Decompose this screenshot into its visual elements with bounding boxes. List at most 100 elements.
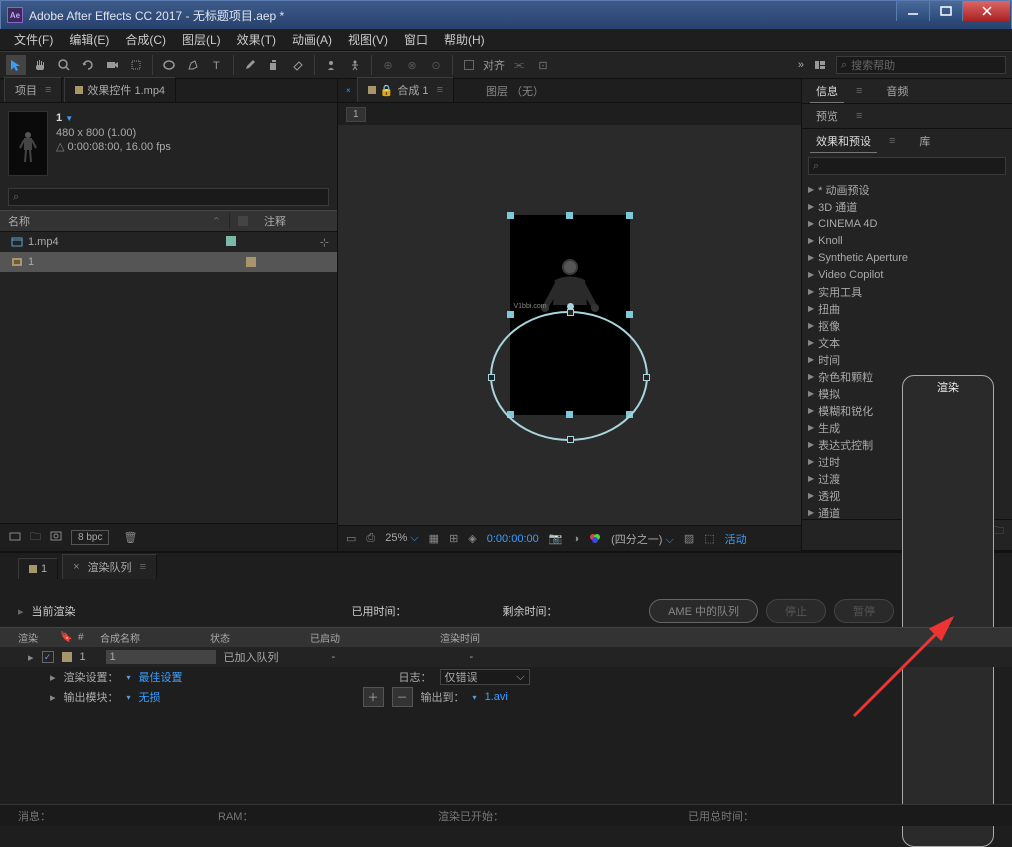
3d-view-icon[interactable]: ⬚: [704, 532, 714, 545]
rectangle-tool[interactable]: [159, 55, 179, 75]
project-search[interactable]: ⌕: [8, 188, 329, 206]
world-axis-icon[interactable]: ⊗: [402, 55, 422, 75]
snap-checkbox[interactable]: [459, 55, 479, 75]
layer-panel-label[interactable]: 图层 （无）: [486, 83, 544, 99]
effect-category[interactable]: ▶CINEMA 4D: [802, 215, 1012, 232]
menu-layer[interactable]: 图层(L): [176, 29, 227, 50]
menu-effect[interactable]: 效果(T): [231, 29, 282, 50]
menu-help[interactable]: 帮助(H): [438, 29, 491, 50]
text-tool[interactable]: T: [207, 55, 227, 75]
composition-viewer[interactable]: V1bbi.com: [338, 125, 801, 525]
menu-window[interactable]: 窗口: [398, 29, 434, 50]
render-settings-link[interactable]: 最佳设置: [139, 669, 183, 685]
tab-preview[interactable]: 预览: [810, 105, 844, 127]
effect-category[interactable]: ▶时间: [802, 351, 1012, 368]
transparency-icon[interactable]: ▨: [684, 532, 694, 545]
tab-library[interactable]: 库: [913, 130, 936, 152]
brush-tool[interactable]: [240, 55, 260, 75]
output-module-link[interactable]: 无损: [139, 689, 161, 705]
effect-category[interactable]: ▶文本: [802, 334, 1012, 351]
new-bin-icon[interactable]: 🗀: [993, 522, 1004, 541]
nav-arrow-icon[interactable]: ×: [346, 86, 351, 95]
camera-tool[interactable]: [102, 55, 122, 75]
resolution-dropdown[interactable]: (四分之一) ⌵: [611, 531, 674, 547]
tab-composition[interactable]: 🔒 合成 1 ≡: [357, 77, 454, 102]
orbit-tool[interactable]: [78, 55, 98, 75]
effect-category[interactable]: ▶3D 通道: [802, 198, 1012, 215]
effect-category[interactable]: ▶抠像: [802, 317, 1012, 334]
active-camera-dropdown[interactable]: 活动: [725, 531, 747, 547]
flowchart-icon[interactable]: ▼: [65, 114, 73, 123]
show-snapshot-icon[interactable]: ◑: [572, 533, 579, 545]
snap-options-icon[interactable]: ⫘: [509, 55, 529, 75]
col-comment[interactable]: 注释: [264, 213, 286, 229]
local-axis-icon[interactable]: ⊕: [378, 55, 398, 75]
tab-effect-controls[interactable]: 效果控件 1.mp4: [64, 77, 176, 102]
menu-composition[interactable]: 合成(C): [119, 29, 172, 50]
new-comp-icon[interactable]: [49, 529, 63, 546]
close-button[interactable]: [962, 1, 1010, 21]
lock-icon[interactable]: 🔒: [380, 84, 394, 97]
render-queue-item[interactable]: ▸ ✓ 1 1 已加入队列 - -: [0, 647, 1012, 667]
ame-queue-button[interactable]: AME 中的队列: [649, 599, 758, 623]
channel-icon[interactable]: [589, 531, 601, 546]
new-folder-icon[interactable]: 🗀: [30, 528, 41, 547]
project-item-footage[interactable]: 1.mp4 ⊹: [0, 232, 337, 252]
clone-tool[interactable]: [264, 55, 284, 75]
view-axis-icon[interactable]: ⊙: [426, 55, 446, 75]
snapshot-icon[interactable]: 📷: [549, 532, 563, 545]
roto-tool[interactable]: [321, 55, 341, 75]
col-name[interactable]: 名称: [8, 213, 30, 229]
output-file-link[interactable]: 1.avi: [485, 691, 508, 703]
workspace-icon[interactable]: [810, 55, 830, 75]
roi-icon[interactable]: ◈: [468, 532, 476, 545]
tab-effects-presets[interactable]: 效果和预设: [810, 130, 877, 153]
layer-marker[interactable]: 1: [346, 107, 366, 122]
zoom-dropdown[interactable]: 25% ⌵: [385, 532, 418, 545]
resolution-full-icon[interactable]: ▦: [429, 532, 439, 545]
stop-button[interactable]: 停止: [766, 599, 826, 623]
effect-category[interactable]: ▶Video Copilot: [802, 266, 1012, 283]
eraser-tool[interactable]: [288, 55, 308, 75]
shape-ellipse[interactable]: [490, 311, 648, 441]
project-item-comp[interactable]: 1: [0, 252, 337, 272]
panel-menu-icon[interactable]: ≡: [45, 84, 51, 96]
overflow-icon[interactable]: »: [798, 59, 804, 71]
magnification-icon[interactable]: ▭: [346, 532, 356, 545]
pan-behind-tool[interactable]: [126, 55, 146, 75]
maximize-button[interactable]: [929, 1, 962, 21]
hand-tool[interactable]: [30, 55, 50, 75]
effect-category[interactable]: ▶Synthetic Aperture: [802, 249, 1012, 266]
menu-animation[interactable]: 动画(A): [286, 29, 338, 50]
render-checkbox[interactable]: ✓: [42, 651, 54, 663]
flowchart-mini-icon[interactable]: ⊹: [320, 236, 329, 249]
timecode-display[interactable]: 0:00:00:00: [487, 533, 539, 545]
tab-project[interactable]: 项目≡: [4, 77, 62, 102]
video-layer[interactable]: V1bbi.com: [510, 215, 630, 415]
zoom-tool[interactable]: [54, 55, 74, 75]
effect-category[interactable]: ▶* 动画预设: [802, 181, 1012, 198]
log-dropdown[interactable]: 仅错误⌵: [440, 669, 530, 685]
effects-search[interactable]: ⌕: [808, 157, 1006, 175]
effect-category[interactable]: ▶实用工具: [802, 283, 1012, 300]
puppet-tool[interactable]: [345, 55, 365, 75]
tab-info[interactable]: 信息: [810, 80, 844, 103]
menu-edit[interactable]: 编辑(E): [63, 29, 115, 50]
snap-extend-icon[interactable]: ⊡: [533, 55, 553, 75]
minimize-button[interactable]: [896, 1, 929, 21]
tab-timeline-comp[interactable]: 1: [18, 558, 58, 579]
tab-render-queue[interactable]: ×渲染队列≡: [62, 554, 157, 579]
resolution-half-icon[interactable]: ⊞: [449, 532, 458, 545]
menu-view[interactable]: 视图(V): [342, 29, 394, 50]
interpret-footage-icon[interactable]: [8, 529, 22, 546]
menu-file[interactable]: 文件(F): [8, 29, 59, 50]
help-search[interactable]: ⌕ 搜索帮助: [836, 56, 1006, 74]
bpc-button[interactable]: 8 bpc: [71, 530, 109, 545]
add-output-icon[interactable]: ＋: [363, 687, 384, 707]
delete-icon[interactable]: 🗑: [123, 531, 137, 544]
effect-category[interactable]: ▶Knoll: [802, 232, 1012, 249]
tab-audio[interactable]: 音频: [880, 80, 914, 102]
pen-tool[interactable]: [183, 55, 203, 75]
selection-tool[interactable]: [6, 55, 26, 75]
pause-button[interactable]: 暂停: [834, 599, 894, 623]
